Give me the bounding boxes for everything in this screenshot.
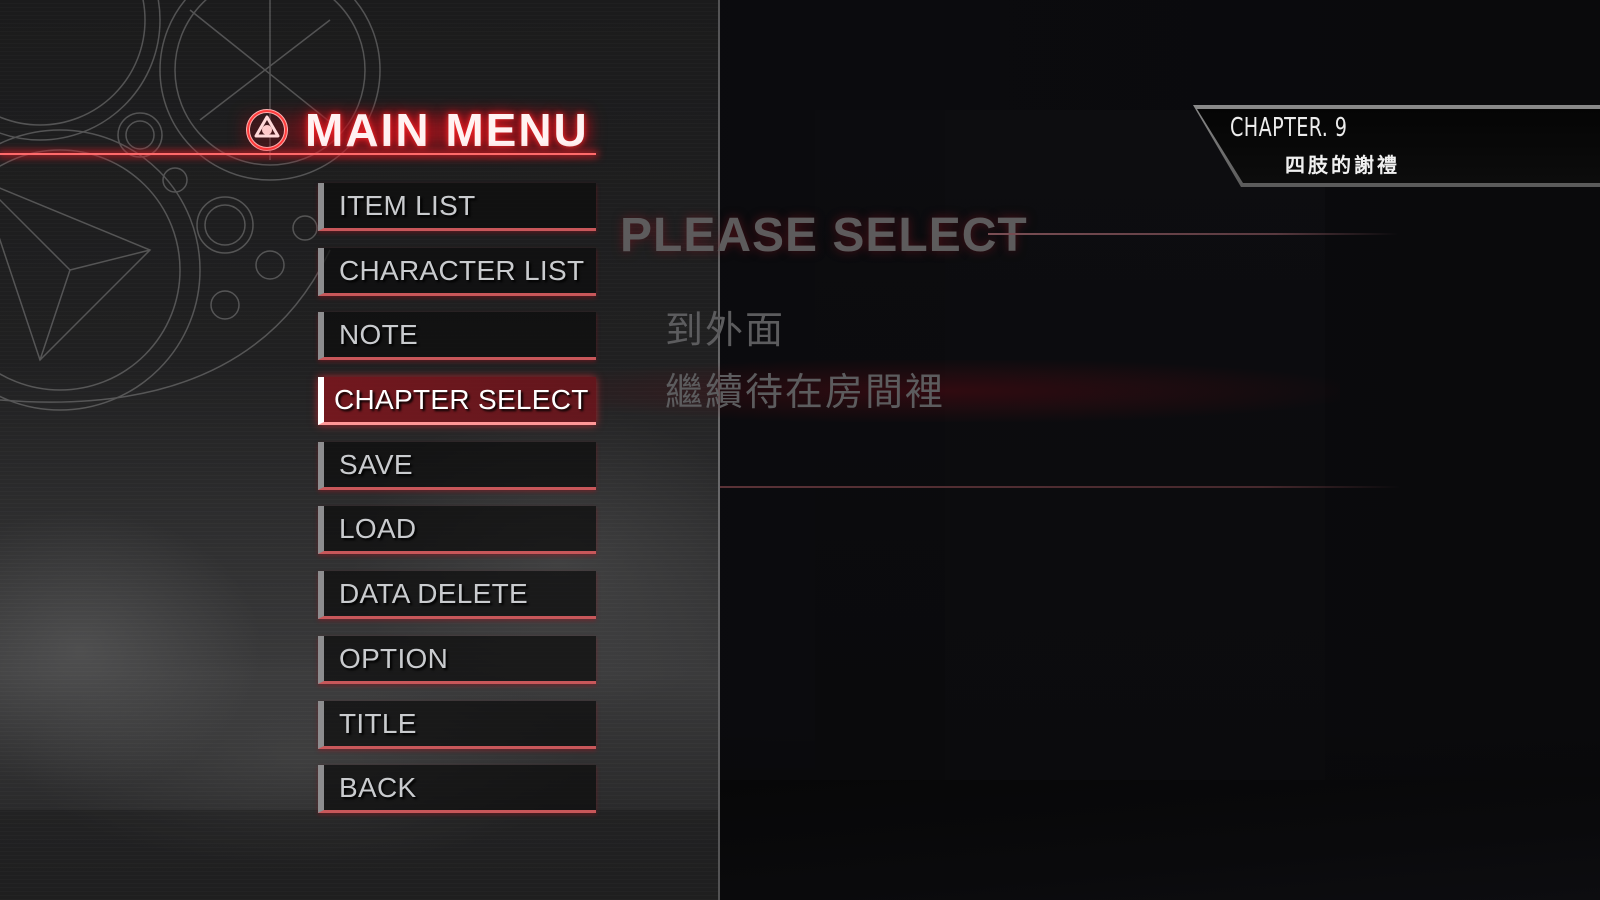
menu-item-label: SAVE [339,448,413,480]
menu-item-chapter-select[interactable]: CHAPTER SELECT [318,377,596,426]
main-menu-header: MAIN MENU [0,100,600,160]
menu-item-label: TITLE [339,707,417,739]
menu-item-label: CHAPTER SELECT [334,384,589,416]
menu-item-save[interactable]: SAVE [318,441,596,490]
menu-item-option[interactable]: OPTION [318,635,596,684]
chapter-name: 四肢的謝禮 [1285,155,1400,177]
prompt-bottom-line [720,486,1400,488]
choice-stay-in-room[interactable]: 繼續待在房間裡 [665,370,945,416]
menu-item-note[interactable]: NOTE [318,312,596,361]
menu-item-label: DATA DELETE [339,578,528,610]
page-title: MAIN MENU [305,104,589,156]
menu-item-item-list[interactable]: ITEM LIST [318,183,596,231]
panel-divider [718,0,720,900]
choice-go-outside[interactable]: 到外面 [665,308,785,354]
menu-item-label: ITEM LIST [339,190,476,221]
background-floor [720,780,1600,900]
menu-item-label: OPTION [339,642,449,674]
menu-item-label: BACK [339,772,417,804]
prompt-title: PLEASE SELECT [620,209,1028,262]
menu-item-load[interactable]: LOAD [318,506,596,555]
menu-item-label: NOTE [339,319,418,351]
menu-item-back[interactable]: BACK [318,765,596,814]
sigil-emblem-icon [246,109,288,151]
menu-item-data-delete[interactable]: DATA DELETE [318,571,596,620]
menu-item-character-list[interactable]: CHARACTER LIST [318,247,596,296]
menu-item-title[interactable]: TITLE [318,700,596,749]
header-underline [0,153,596,155]
menu-item-label: LOAD [339,513,417,545]
prompt-title-line [988,233,1398,235]
chapter-number: CHAPTER. 9 [1230,113,1348,143]
main-menu-list: ITEM LIST CHARACTER LIST NOTE CHAPTER SE… [318,183,596,830]
menu-item-label: CHARACTER LIST [339,254,585,286]
